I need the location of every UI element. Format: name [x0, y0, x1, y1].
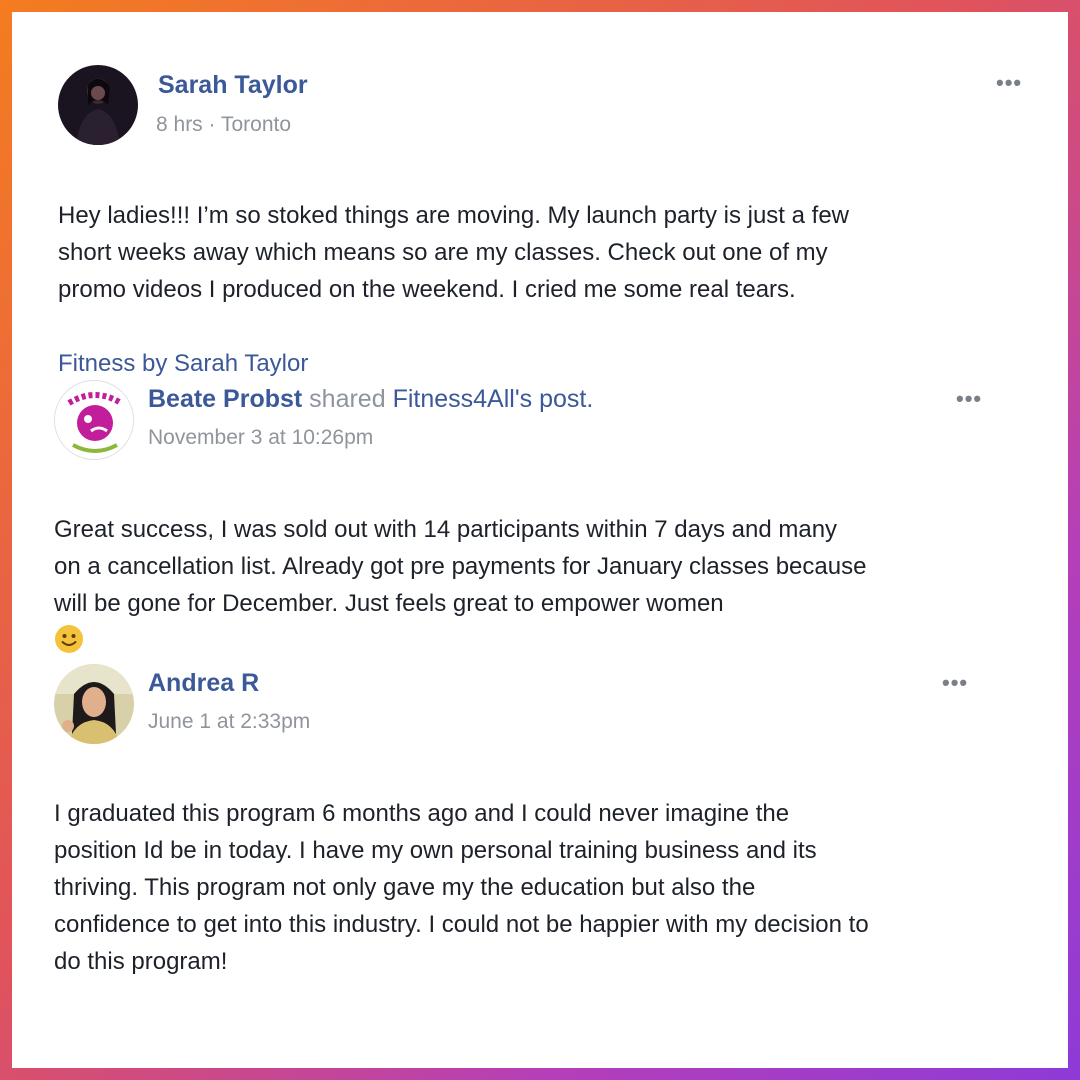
- post-meta[interactable]: 8 hrs · Toronto: [156, 112, 291, 138]
- bellyfree-logo-icon: [55, 381, 133, 459]
- avatar[interactable]: [58, 65, 138, 145]
- more-options-icon[interactable]: •••: [956, 388, 982, 410]
- post-header: Sarah Taylor: [158, 70, 308, 100]
- smiley-emoji-icon: [55, 625, 83, 653]
- post-meta[interactable]: June 1 at 2:33pm: [148, 709, 310, 735]
- more-options-icon[interactable]: •••: [996, 72, 1022, 94]
- post-text: Hey ladies!!! I’m so stoked things are m…: [58, 202, 850, 303]
- post-header: Beate Probst shared Fitness4All's post.: [148, 384, 593, 414]
- author-name[interactable]: Andrea R: [148, 669, 259, 697]
- post-body: Great success, I was sold out with 14 pa…: [54, 474, 1044, 659]
- post-meta[interactable]: November 3 at 10:26pm: [148, 425, 373, 451]
- author-name[interactable]: Beate Probst: [148, 385, 302, 413]
- shared-label: shared: [309, 385, 386, 413]
- avatar[interactable]: [54, 380, 134, 460]
- profile-photo-icon: [54, 664, 134, 744]
- post-text: I graduated this program 6 months ago an…: [54, 800, 869, 975]
- avatar[interactable]: [54, 664, 134, 744]
- post-body: Hey ladies!!! I’m so stoked things are m…: [58, 160, 1038, 382]
- post-text: Great success, I was sold out with 14 pa…: [54, 516, 867, 617]
- profile-photo-icon: [58, 65, 138, 145]
- post-body: I graduated this program 6 months ago an…: [54, 758, 1044, 980]
- shared-page-link[interactable]: Fitness4All's post.: [393, 385, 594, 413]
- testimonials-card: Sarah Taylor 8 hrs · Toronto ••• Hey lad…: [12, 12, 1068, 1068]
- more-options-icon[interactable]: •••: [942, 672, 968, 694]
- author-name[interactable]: Sarah Taylor: [158, 71, 308, 99]
- post-header: Andrea R: [148, 668, 259, 698]
- page-link[interactable]: Fitness by Sarah Taylor: [58, 350, 308, 377]
